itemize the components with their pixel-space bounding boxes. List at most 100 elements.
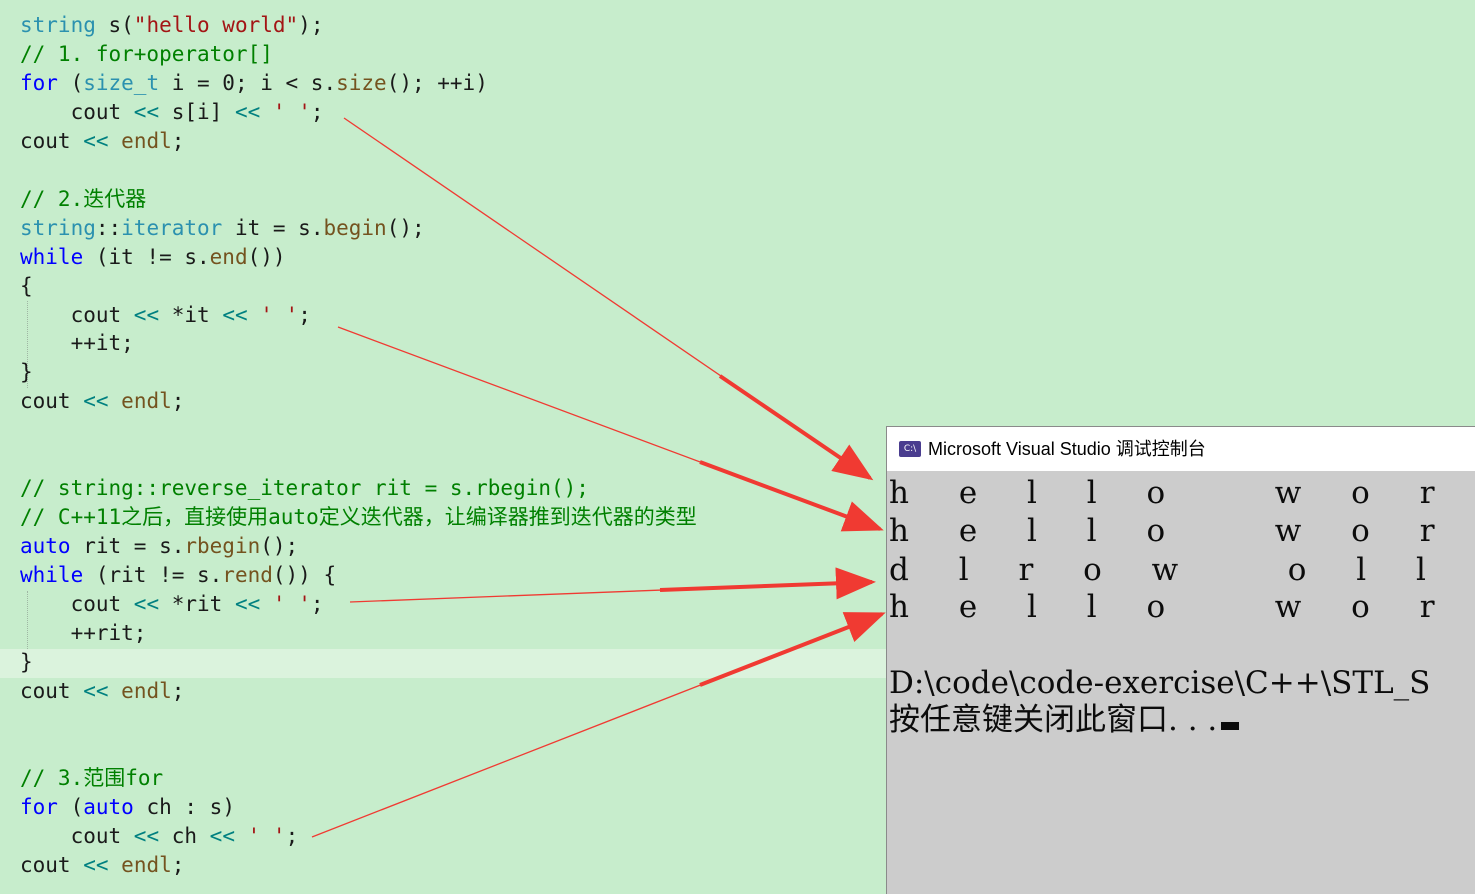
code-token: // 1. for+operator[]	[20, 41, 273, 66]
code-token: size_t	[83, 70, 160, 95]
console-cursor	[1221, 722, 1240, 730]
code-token: endl	[121, 128, 172, 153]
code-token: ;	[298, 302, 311, 327]
code-token: {	[20, 273, 33, 298]
code-line[interactable]: {	[20, 272, 33, 301]
code-token: ();	[386, 215, 425, 240]
code-token: ;	[171, 678, 185, 703]
code-token: *it	[159, 302, 223, 327]
code-token: <<	[234, 99, 261, 124]
code-token: <<	[133, 592, 160, 616]
code-token: size	[336, 70, 387, 95]
code-line[interactable]: // 3.范围for	[20, 764, 163, 793]
code-token: (	[57, 70, 84, 95]
code-token: (it != s.	[83, 244, 210, 269]
code-line[interactable]: string s("hello world");	[20, 11, 323, 40]
code-token: <<	[133, 99, 160, 124]
code-line[interactable]: cout << endl;	[20, 127, 184, 156]
code-token: ' '	[272, 99, 311, 124]
code-token: <<	[234, 592, 261, 616]
code-token: // string::reverse_iterator rit = s.rbeg…	[20, 476, 589, 501]
code-token: <<	[83, 389, 109, 414]
code-line[interactable]: // string::reverse_iterator rit = s.rbeg…	[20, 474, 589, 503]
code-token: );	[298, 13, 324, 37]
console-path-line: D:\code\code-exercise\C++\STL_S	[889, 665, 1431, 701]
code-token: cout	[20, 128, 84, 153]
code-token: ch	[159, 823, 210, 848]
code-line[interactable]: cout << ch << ' ';	[20, 822, 299, 851]
code-token: ch : s)	[133, 794, 235, 819]
code-token: <<	[133, 823, 160, 848]
code-line[interactable]: cout << endl;	[20, 677, 184, 706]
code-token: ++it;	[20, 331, 134, 356]
code-line[interactable]: cout << endl;	[20, 387, 184, 416]
code-token: s(	[95, 13, 134, 37]
code-token: endl	[121, 852, 172, 877]
code-token: for	[20, 794, 58, 819]
code-token: auto	[83, 794, 134, 819]
console-output-line-2: h e l l o w o r l d	[889, 513, 1455, 549]
code-token: while	[20, 244, 84, 269]
code-line[interactable]: string::iterator it = s.begin();	[20, 214, 425, 243]
console-output-line-4: h e l l o w o r l d	[889, 589, 1455, 625]
code-line[interactable]: // 1. for+operator[]	[20, 40, 273, 69]
code-token: it = s.	[222, 215, 324, 240]
code-line[interactable]: for (auto ch : s)	[20, 793, 235, 822]
code-token: cout	[20, 592, 134, 616]
code-line[interactable]: // C++11之后，直接使用auto定义迭代器，让编译器推到迭代器的类型	[20, 503, 697, 532]
code-token: cout	[20, 302, 134, 327]
code-line[interactable]: while (it != s.end())	[20, 243, 286, 272]
code-token: ()) {	[272, 563, 337, 588]
debug-console-window[interactable]: C:\ Microsoft Visual Studio 调试控制台 h e l …	[886, 426, 1475, 894]
code-token: ())	[247, 244, 286, 269]
code-token: ' '	[272, 592, 311, 616]
code-token: endl	[121, 678, 172, 703]
code-line[interactable]: for (size_t i = 0; i < s.size(); ++i)	[20, 69, 488, 98]
code-token: ;	[285, 823, 299, 848]
code-line[interactable]: }	[20, 648, 33, 677]
code-token: string	[20, 13, 96, 37]
code-line[interactable]: cout << *rit << ' ';	[20, 590, 324, 619]
console-prompt-text: 按任意键关闭此窗口. . .	[889, 702, 1218, 738]
code-line[interactable]: // 2.迭代器	[20, 185, 146, 214]
code-token: ;	[310, 592, 324, 616]
code-line[interactable]: auto rit = s.rbegin();	[20, 532, 298, 561]
code-editor[interactable]: string s("hello world");// 1. for+operat…	[0, 0, 886, 894]
code-token: end	[209, 244, 248, 269]
console-output-line-1: h e l l o w o r l d	[889, 475, 1455, 511]
console-prompt-line: 按任意键关闭此窗口. . .	[889, 701, 1240, 739]
code-line[interactable]: cout << endl;	[20, 851, 184, 880]
code-line[interactable]: cout << s[i] << ' ';	[20, 98, 324, 127]
code-token: // 3.范围for	[20, 765, 164, 790]
code-token: endl	[121, 389, 172, 414]
code-token: iterator	[121, 215, 223, 240]
code-line[interactable]: while (rit != s.rend()) {	[20, 561, 336, 590]
code-token: begin	[323, 215, 387, 240]
code-token: s[i]	[159, 99, 235, 124]
code-token: ;	[310, 99, 324, 124]
code-token: }	[20, 360, 33, 385]
code-token: cout	[20, 823, 134, 848]
code-token: <<	[83, 852, 109, 877]
code-line[interactable]: ++rit;	[20, 619, 147, 648]
current-line-highlight	[0, 649, 886, 678]
code-line[interactable]: cout << *it << ' ';	[20, 301, 311, 330]
code-token: rit = s.	[70, 534, 185, 559]
console-titlebar[interactable]: C:\ Microsoft Visual Studio 调试控制台	[887, 427, 1475, 471]
code-line[interactable]: }	[20, 358, 33, 387]
code-token: cout	[20, 852, 84, 877]
code-token: ;	[171, 852, 185, 877]
code-line[interactable]: ++it;	[20, 329, 134, 358]
console-output-line-3: d l r o w o l l e h	[889, 552, 1446, 588]
code-token: ++rit;	[20, 620, 147, 645]
code-token: "hello world"	[133, 13, 299, 37]
console-window-title: Microsoft Visual Studio 调试控制台	[928, 439, 1206, 459]
code-token: string	[20, 215, 96, 240]
code-token: }	[20, 649, 33, 674]
code-token: ' '	[260, 302, 299, 327]
